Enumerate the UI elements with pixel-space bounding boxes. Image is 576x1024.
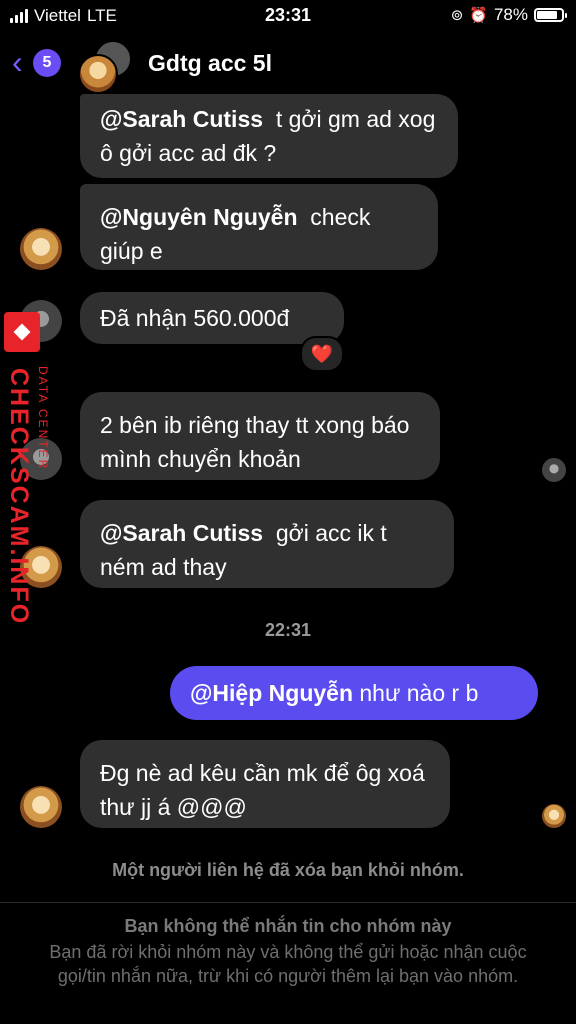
message-text: 2 bên ib riêng thay tt xong báo mình chu… — [100, 412, 410, 472]
chat-title[interactable]: Gdtg acc 5l — [148, 50, 272, 77]
outgoing-message-bubble[interactable]: @Hiệp Nguyễn như nào r b — [170, 666, 538, 720]
rotation-lock-icon: ⊚ — [450, 7, 464, 24]
heart-icon: ❤️ — [310, 344, 334, 364]
status-bar: Viettel LTE 23:31 ⊚ ⏰ 78% — [0, 0, 576, 32]
message-mention[interactable]: @Nguyên Nguyễn — [100, 204, 298, 230]
group-avatar[interactable] — [78, 40, 134, 94]
message-mention[interactable]: @Sarah Cutiss — [100, 106, 263, 132]
watermark-text: CHECKSCAM.INFO — [5, 368, 33, 626]
message-bubble[interactable]: 2 bên ib riêng thay tt xong báo mình chu… — [80, 392, 440, 480]
footer-divider — [0, 902, 576, 903]
system-notice: Một người liên hệ đã xóa bạn khỏi nhóm. — [112, 860, 464, 880]
battery-percent: 78% — [493, 5, 528, 24]
sender-avatar[interactable] — [20, 228, 62, 270]
seen-avatar — [542, 458, 566, 482]
seen-avatar — [542, 804, 566, 828]
message-bubble[interactable]: Đg nè ad kêu cần mk để ôg xoá thư jj á @… — [80, 740, 450, 828]
alarm-icon: ⏰ — [469, 7, 488, 24]
cannot-message-title: Bạn không thể nhắn tin cho nhóm này — [124, 916, 452, 936]
back-chevron-icon[interactable]: ‹ — [12, 46, 23, 78]
cannot-message-body: Bạn đã rời khỏi nhóm này và không thể gử… — [49, 942, 527, 986]
message-text: như nào r b — [359, 680, 479, 706]
message-text: Đã nhận 560.000đ — [100, 305, 290, 331]
message-bubble[interactable]: @Sarah Cutiss gởi acc ik t ném ad thay — [80, 500, 454, 588]
watermark-subtext: DATA CENTER — [36, 366, 50, 471]
message-text: Đg nè ad kêu cần mk để ôg xoá thư jj á @… — [100, 760, 425, 820]
chat-header: ‹ 5 Gdtg acc 5l — [0, 32, 576, 94]
message-timestamp: 22:31 — [264, 620, 312, 640]
message-bubble[interactable]: Đã nhận 560.000đ — [80, 292, 344, 344]
message-mention[interactable]: @Hiệp Nguyễn — [190, 680, 353, 706]
watermark-logo: CHECKSCAM.INFO DATA CENTER — [0, 308, 66, 625]
sender-avatar[interactable] — [20, 786, 62, 828]
group-avatar-member — [78, 54, 118, 94]
watermark-diamond-icon — [4, 312, 40, 352]
unread-count-badge[interactable]: 5 — [33, 49, 61, 77]
message-bubble[interactable]: @Sarah Cutiss t gởi gm ad xog ô gởi acc … — [80, 94, 458, 178]
status-right: ⊚ ⏰ 78% — [450, 5, 567, 25]
message-bubble[interactable]: @Nguyên Nguyễn check giúp e — [80, 184, 438, 270]
heart-reaction[interactable]: ❤️ — [300, 336, 344, 372]
battery-icon — [534, 8, 567, 22]
message-mention[interactable]: @Sarah Cutiss — [100, 520, 263, 546]
